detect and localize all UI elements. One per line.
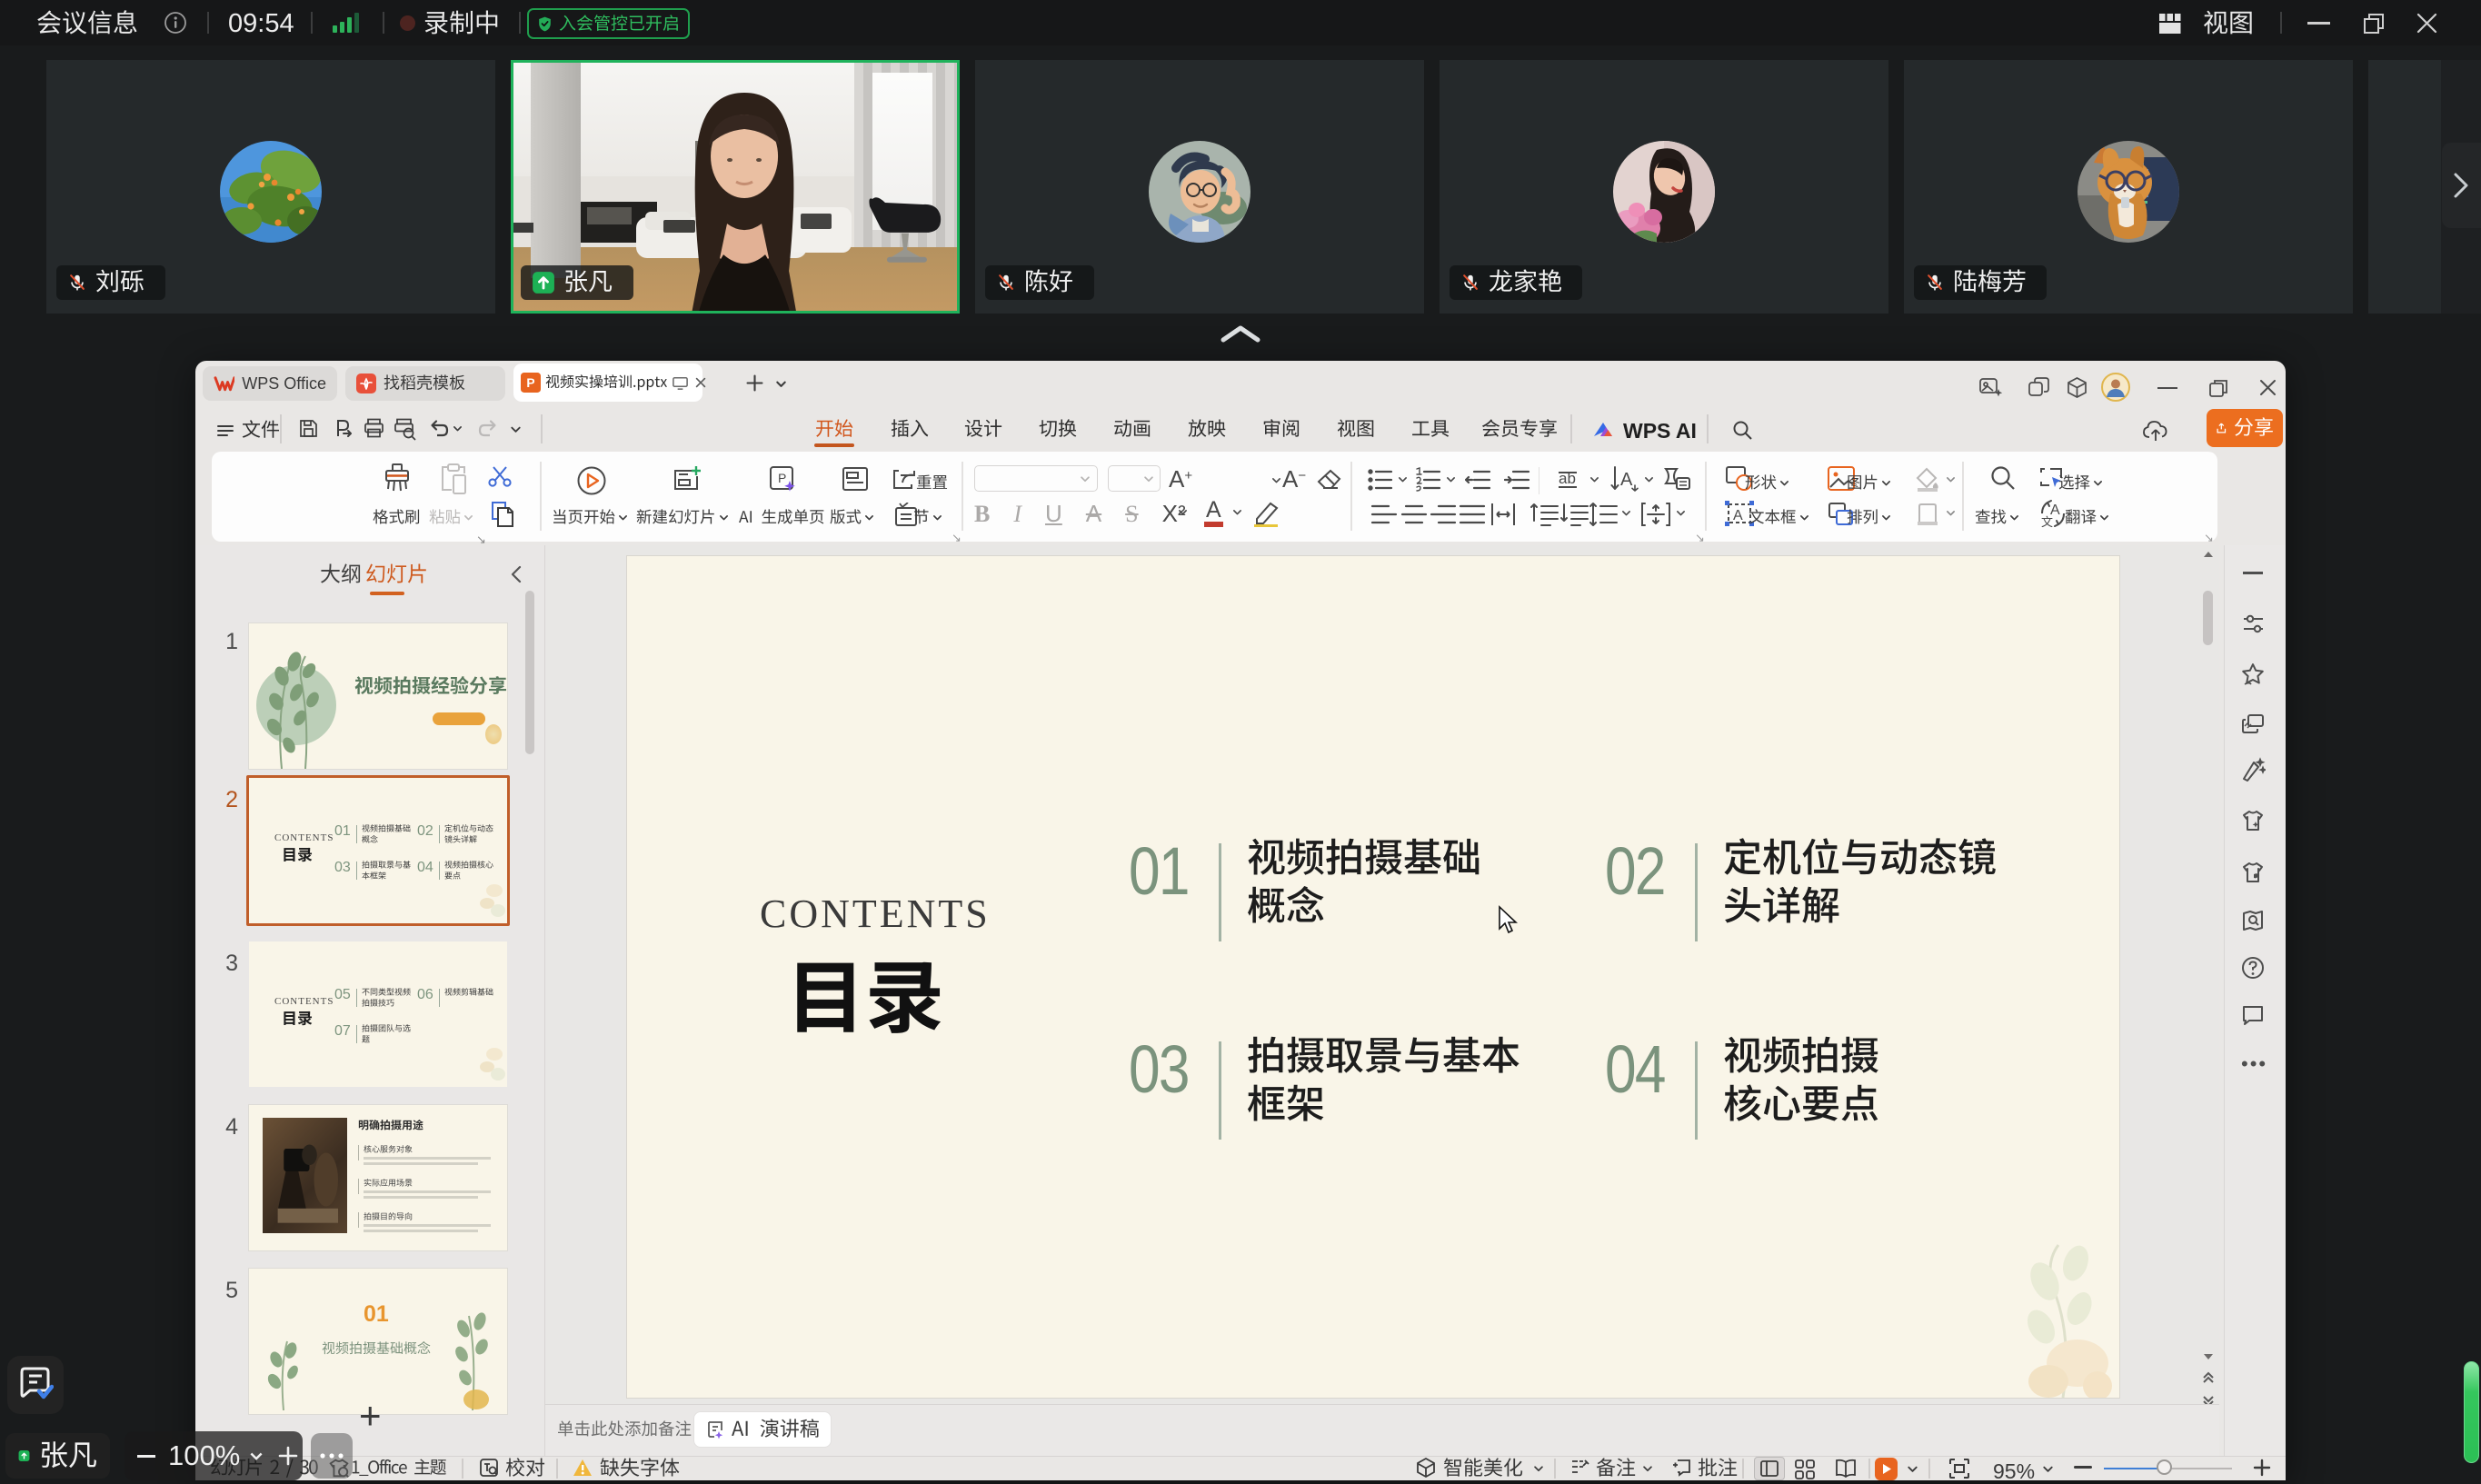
svg-text:A: A — [1733, 508, 1743, 523]
svg-text:文: 文 — [2041, 515, 2053, 528]
svg-text:P: P — [526, 376, 534, 390]
svg-text:P: P — [778, 471, 786, 485]
svg-text:A: A — [1620, 470, 1633, 490]
